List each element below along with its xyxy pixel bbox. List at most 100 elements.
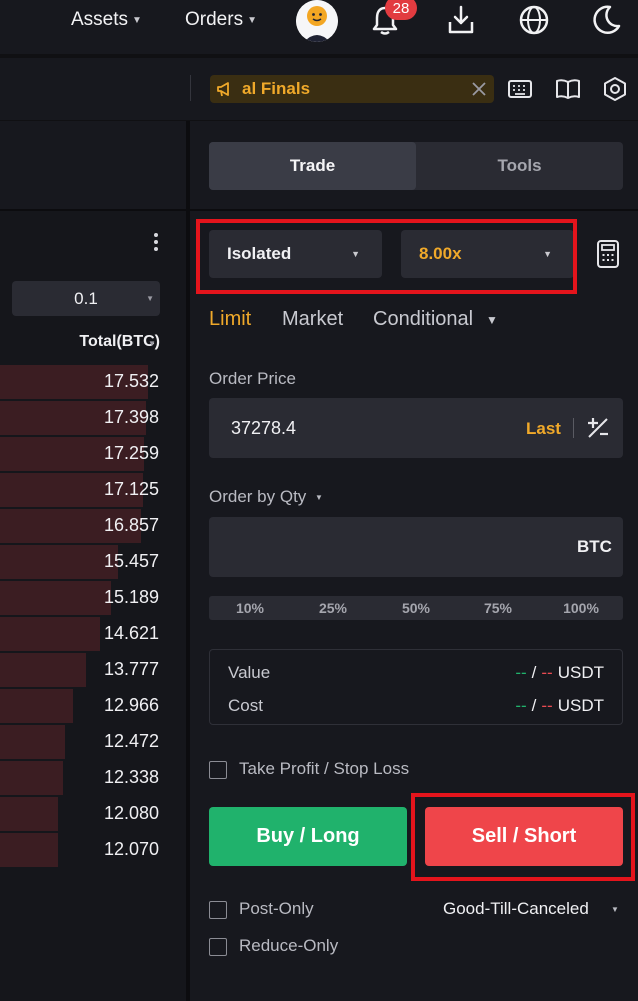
price-step-select[interactable]: 0.1 ▼ bbox=[12, 281, 160, 316]
percent-10[interactable]: 10% bbox=[220, 600, 280, 616]
percent-75[interactable]: 75% bbox=[468, 600, 528, 616]
ask-row[interactable]: 14.621 bbox=[0, 617, 186, 651]
chevron-down-icon: ▼ bbox=[148, 339, 156, 348]
depth-bar bbox=[0, 797, 58, 831]
ask-total: 17.532 bbox=[103, 371, 159, 391]
avatar[interactable] bbox=[296, 0, 338, 42]
post-only-label[interactable]: Post-Only bbox=[239, 899, 314, 919]
ask-total: 12.472 bbox=[103, 731, 159, 751]
value-dash-2: -- bbox=[541, 663, 553, 682]
avatar-icon bbox=[296, 0, 338, 42]
tpsl-checkbox[interactable] bbox=[209, 761, 227, 779]
ask-total: 15.189 bbox=[103, 587, 159, 607]
divider bbox=[0, 209, 186, 211]
chevron-down-icon: ▼ bbox=[315, 493, 323, 502]
ask-total: 13.777 bbox=[103, 659, 159, 679]
value-dash-1: -- bbox=[515, 663, 527, 682]
tpsl-label[interactable]: Take Profit / Stop Loss bbox=[239, 759, 409, 779]
ask-total: 12.070 bbox=[103, 839, 159, 859]
cost-label: Cost bbox=[228, 696, 263, 715]
divider bbox=[190, 75, 191, 101]
ask-total: 12.080 bbox=[103, 803, 159, 823]
percent-100[interactable]: 100% bbox=[551, 600, 611, 616]
ask-row[interactable]: 12.338 bbox=[0, 761, 186, 795]
total-column-header[interactable]: Total(BTC) bbox=[30, 333, 160, 351]
highlight-box bbox=[411, 793, 635, 881]
globe-icon[interactable] bbox=[518, 4, 550, 36]
ask-total: 17.125 bbox=[103, 479, 159, 499]
percent-50[interactable]: 50% bbox=[386, 600, 446, 616]
order-type-conditional[interactable]: Conditional bbox=[373, 308, 473, 331]
dark-mode-moon-icon[interactable] bbox=[590, 4, 622, 36]
chevron-down-icon: ▼ bbox=[247, 14, 257, 26]
ask-row[interactable]: 12.070 bbox=[0, 833, 186, 867]
ask-row[interactable]: 17.259 bbox=[0, 437, 186, 471]
last-price-button[interactable]: Last bbox=[526, 419, 561, 439]
time-in-force-select[interactable]: Good-Till-Canceled bbox=[443, 899, 589, 919]
nav-assets[interactable]: Assets ▼ bbox=[71, 8, 142, 32]
reduce-only-checkbox[interactable] bbox=[209, 938, 227, 956]
order-type-limit[interactable]: Limit bbox=[209, 308, 251, 331]
reduce-only-label[interactable]: Reduce-Only bbox=[239, 936, 338, 956]
cost-amount: -- / -- USDT bbox=[515, 696, 604, 716]
banner-text: al Finals bbox=[242, 79, 311, 98]
ask-row[interactable]: 12.966 bbox=[0, 689, 186, 723]
ask-row[interactable]: 16.857 bbox=[0, 509, 186, 543]
keyboard-icon[interactable] bbox=[506, 75, 534, 103]
post-only-checkbox[interactable] bbox=[209, 901, 227, 919]
depth-bar bbox=[0, 545, 118, 579]
chevron-down-icon: ▼ bbox=[146, 294, 154, 303]
ask-row[interactable]: 12.472 bbox=[0, 725, 186, 759]
order-price-value[interactable]: 37278.4 bbox=[231, 418, 296, 439]
ask-total: 14.621 bbox=[103, 623, 159, 643]
ask-row[interactable]: 12.080 bbox=[0, 797, 186, 831]
announcement-banner[interactable]: al Finals bbox=[210, 75, 494, 103]
more-vertical-icon[interactable] bbox=[150, 232, 162, 252]
order-type-market[interactable]: Market bbox=[282, 308, 343, 331]
plus-minus-icon[interactable] bbox=[586, 416, 610, 440]
ask-total: 17.398 bbox=[103, 407, 159, 427]
price-step-value: 0.1 bbox=[74, 288, 98, 308]
nav-assets-label: Assets bbox=[71, 9, 129, 30]
cost-dash-1: -- bbox=[515, 696, 527, 715]
ask-row[interactable]: 15.457 bbox=[0, 545, 186, 579]
value-slash: / bbox=[531, 663, 537, 682]
highlight-box bbox=[196, 219, 577, 294]
order-price-label: Order Price bbox=[209, 369, 296, 388]
nav-orders[interactable]: Orders ▼ bbox=[185, 8, 257, 32]
download-icon[interactable] bbox=[446, 4, 476, 36]
chevron-down-icon: ▼ bbox=[611, 905, 619, 914]
ask-row[interactable]: 17.125 bbox=[0, 473, 186, 507]
notification-badge: 28 bbox=[385, 0, 417, 20]
orderbook-header bbox=[0, 121, 186, 209]
ask-total: 17.259 bbox=[103, 443, 159, 463]
book-icon[interactable] bbox=[554, 75, 582, 103]
depth-bar bbox=[0, 833, 58, 867]
depth-bar bbox=[0, 725, 65, 759]
ask-total: 12.966 bbox=[103, 695, 159, 715]
ask-row[interactable]: 17.398 bbox=[0, 401, 186, 435]
depth-bar bbox=[0, 581, 111, 615]
cost-dash-2: -- bbox=[541, 696, 553, 715]
megaphone-icon bbox=[217, 82, 229, 97]
value-amount: -- / -- USDT bbox=[515, 663, 604, 683]
depth-bar bbox=[0, 761, 63, 795]
tab-tools[interactable]: Tools bbox=[416, 142, 623, 190]
order-qty-label[interactable]: Order by Qty bbox=[209, 487, 306, 507]
chevron-down-icon: ▼ bbox=[486, 313, 498, 327]
ask-row[interactable]: 13.777 bbox=[0, 653, 186, 687]
value-label: Value bbox=[228, 663, 271, 682]
close-icon[interactable] bbox=[470, 80, 488, 98]
settings-hex-icon[interactable] bbox=[601, 75, 629, 103]
depth-bar bbox=[0, 653, 86, 687]
value-currency: USDT bbox=[557, 663, 604, 682]
ask-row[interactable]: 15.189 bbox=[0, 581, 186, 615]
tab-trade[interactable]: Trade bbox=[209, 142, 416, 190]
ask-row[interactable]: 17.532 bbox=[0, 365, 186, 399]
cost-slash: / bbox=[531, 696, 537, 715]
nav-orders-label: Orders bbox=[185, 9, 244, 30]
order-qty-input[interactable] bbox=[209, 517, 623, 577]
percent-25[interactable]: 25% bbox=[303, 600, 363, 616]
calculator-icon[interactable] bbox=[594, 239, 622, 269]
buy-long-button[interactable]: Buy / Long bbox=[209, 807, 407, 866]
